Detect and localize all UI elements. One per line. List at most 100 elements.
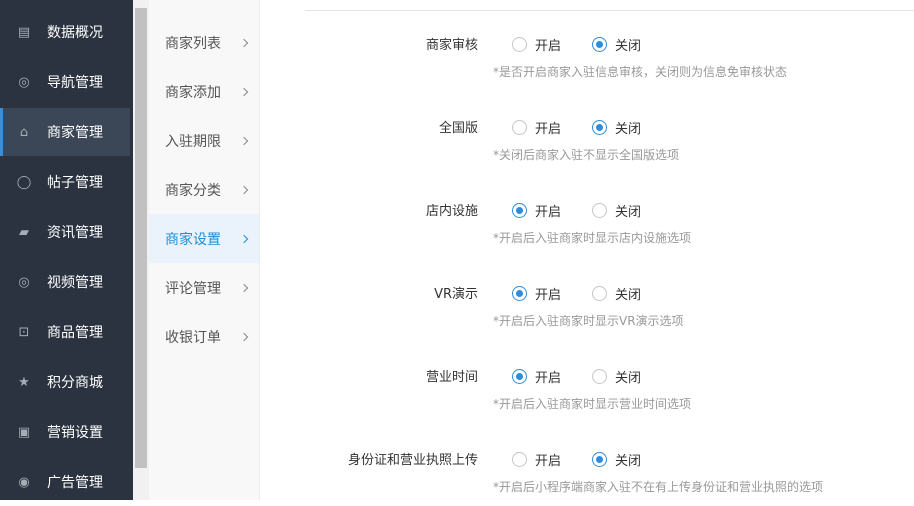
main-sidebar: ▤ 数据概况 ◎ 导航管理 ⌂ 商家管理 ◯ 帖子管理 ▰ 资讯管理 ◎ 视频管… [0, 0, 133, 500]
radio-off[interactable]: 关闭 [592, 201, 641, 220]
radio-label: 关闭 [615, 39, 642, 54]
radio-circle-selected [592, 37, 607, 52]
sidebar-item-label: 数据概况 [47, 25, 103, 41]
sidebar-item-label: 资讯管理 [47, 225, 103, 241]
sidebar-item-label: 视频管理 [47, 275, 103, 291]
settings-panel: 商家审核 开启 关闭 *是否开启商家入驻信息审核，关闭则为信息免审核状态 全国版… [260, 0, 914, 500]
radio-on[interactable]: 开启 [512, 284, 561, 303]
sidebar-item-navigation[interactable]: ◎ 导航管理 [0, 58, 130, 106]
sidebar-item-videos[interactable]: ◎ 视频管理 [0, 258, 130, 306]
radio-off[interactable]: 关闭 [592, 450, 641, 469]
radio-off[interactable]: 关闭 [592, 35, 641, 54]
setting-hint: *开启后入驻商家时显示店内设施选项 [493, 231, 692, 245]
radio-label: 关闭 [615, 288, 642, 303]
sidebar-item-label: 商品管理 [47, 325, 103, 341]
radio-circle [592, 369, 607, 384]
chevron-right-icon [239, 185, 249, 194]
radio-label: 开启 [535, 288, 562, 303]
sidebar-item-label: 广告管理 [47, 475, 103, 491]
sidebar-item-ads[interactable]: ◉ 广告管理 [0, 458, 130, 506]
radio-on[interactable]: 开启 [512, 450, 561, 469]
submenu-item-merchant-settings[interactable]: 商家设置 [149, 214, 259, 263]
radio-on[interactable]: 开启 [512, 118, 561, 137]
radio-label: 开启 [535, 454, 562, 469]
setting-label: 全国版 [438, 121, 478, 136]
gift-icon: ▣ [17, 424, 31, 440]
sidebar-item-label: 帖子管理 [47, 175, 103, 191]
radio-label: 开启 [535, 205, 562, 220]
radio-off[interactable]: 关闭 [592, 284, 641, 303]
radio-on[interactable]: 开启 [512, 201, 561, 220]
divider [305, 10, 914, 11]
radio-label: 开启 [535, 122, 562, 137]
submenu-item-merchant-category[interactable]: 商家分类 [149, 165, 259, 214]
sidebar-item-points-mall[interactable]: ★ 积分商城 [0, 358, 130, 406]
radio-circle [592, 203, 607, 218]
setting-hint: *开启后入驻商家时显示VR演示选项 [493, 314, 684, 328]
radio-label: 关闭 [615, 205, 642, 220]
submenu-item-label: 入驻期限 [165, 133, 221, 150]
chevron-right-icon [239, 332, 249, 341]
chevron-right-icon [239, 283, 249, 292]
setting-hint: *是否开启商家入驻信息审核，关闭则为信息免审核状态 [493, 65, 788, 79]
setting-hint: *关闭后商家入驻不显示全国版选项 [493, 148, 680, 162]
submenu-item-merchant-add[interactable]: 商家添加 [149, 67, 259, 116]
radio-on[interactable]: 开启 [512, 35, 561, 54]
star-icon: ★ [18, 374, 30, 390]
radio-label: 关闭 [615, 371, 642, 386]
merchant-submenu: 商家列表 商家添加 入驻期限 商家分类 商家设置 评论管理 收银订单 [149, 0, 260, 500]
radio-on[interactable]: 开启 [512, 367, 561, 386]
submenu-item-label: 收银订单 [165, 329, 221, 346]
sidebar-item-marketing[interactable]: ▣ 营销设置 [0, 408, 130, 456]
chevron-right-icon [239, 136, 249, 145]
submenu-item-reviews[interactable]: 评论管理 [149, 263, 259, 312]
cart-icon: ⊡ [18, 324, 30, 340]
radio-circle [592, 286, 607, 301]
bank-icon: ⌂ [19, 124, 29, 140]
chevron-right-icon [239, 87, 249, 96]
radio-circle [512, 452, 527, 467]
submenu-item-merchant-list[interactable]: 商家列表 [149, 18, 259, 67]
chevron-right-icon [239, 38, 249, 47]
radio-circle-selected [512, 286, 527, 301]
radio-circle-selected [592, 120, 607, 135]
radio-label: 关闭 [615, 454, 642, 469]
dashboard-icon: ▤ [17, 24, 31, 40]
sidebar-item-label: 导航管理 [47, 75, 103, 91]
submenu-item-entry-term[interactable]: 入驻期限 [149, 116, 259, 165]
sidebar-item-label: 营销设置 [47, 425, 103, 441]
setting-hint: *开启后入驻商家时显示营业时间选项 [493, 397, 692, 411]
lifebuoy-icon: ◉ [18, 474, 30, 490]
sidebar-scrollbar-thumb[interactable] [135, 8, 147, 468]
radio-circle [512, 120, 527, 135]
setting-label: 店内设施 [425, 204, 478, 219]
radio-off[interactable]: 关闭 [592, 367, 641, 386]
radio-circle [512, 37, 527, 52]
radio-off[interactable]: 关闭 [592, 118, 641, 137]
chevron-right-icon [239, 234, 249, 243]
radio-circle-selected [512, 369, 527, 384]
sidebar-item-label: 商家管理 [47, 125, 103, 141]
sidebar-item-dashboard[interactable]: ▤ 数据概况 [0, 8, 130, 56]
radio-label: 关闭 [615, 122, 642, 137]
radio-circle-selected [512, 203, 527, 218]
submenu-item-cashier-orders[interactable]: 收银订单 [149, 312, 259, 361]
setting-hint: *开启后小程序端商家入驻不在有上传身份证和营业执照的选项 [493, 480, 824, 494]
sidebar-item-merchants[interactable]: ⌂ 商家管理 [0, 108, 130, 156]
setting-label: VR演示 [434, 287, 478, 302]
setting-label: 营业时间 [425, 370, 478, 385]
submenu-item-label: 商家添加 [165, 84, 221, 101]
setting-label: 商家审核 [425, 38, 478, 53]
sidebar-item-news[interactable]: ▰ 资讯管理 [0, 208, 130, 256]
submenu-item-label: 评论管理 [165, 280, 221, 297]
submenu-item-label: 商家列表 [165, 35, 221, 52]
submenu-item-label: 商家分类 [165, 182, 221, 199]
radio-label: 开启 [535, 371, 562, 386]
sidebar-item-products[interactable]: ⊡ 商品管理 [0, 308, 130, 356]
sidebar-item-posts[interactable]: ◯ 帖子管理 [0, 158, 130, 206]
comment-icon: ◯ [16, 174, 32, 190]
submenu-item-label: 商家设置 [165, 231, 221, 248]
radio-circle-selected [592, 452, 607, 467]
compass-icon: ◎ [18, 74, 30, 90]
sidebar-item-label: 积分商城 [47, 375, 103, 391]
